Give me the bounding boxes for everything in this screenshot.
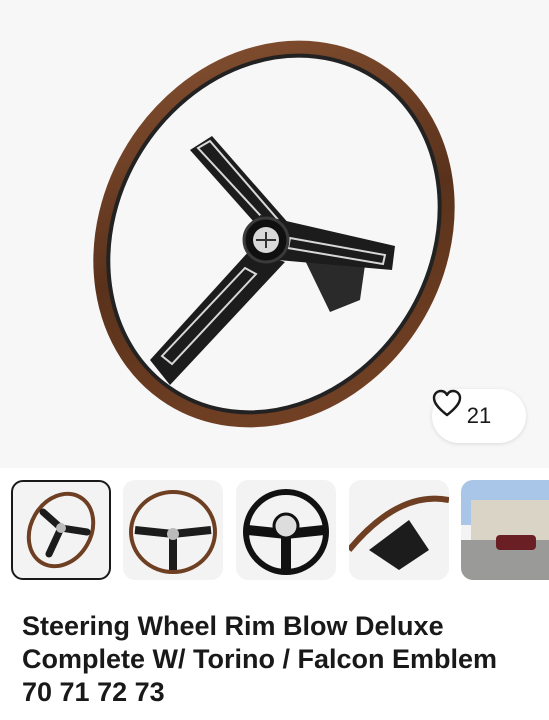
thumbnail-5[interactable] xyxy=(461,480,549,580)
thumbnail-4[interactable] xyxy=(349,480,449,580)
watch-button[interactable]: 21 xyxy=(432,389,526,443)
thumbnail-1[interactable] xyxy=(11,480,111,580)
main-product-image[interactable]: 21 xyxy=(0,0,549,468)
thumbnail-image xyxy=(129,490,217,574)
thumbnail-image xyxy=(349,495,449,570)
watchers-count: 21 xyxy=(466,403,492,428)
thumbnail-2[interactable] xyxy=(123,480,223,580)
thumbnail-image xyxy=(461,480,549,580)
listing-title: Steering Wheel Rim Blow Deluxe Complete … xyxy=(22,611,498,707)
thumbnail-strip xyxy=(0,468,549,593)
thumbnail-image xyxy=(243,489,329,575)
thumbnail-image xyxy=(26,491,96,569)
heart-icon xyxy=(432,389,462,417)
thumbnail-3[interactable] xyxy=(236,480,336,580)
